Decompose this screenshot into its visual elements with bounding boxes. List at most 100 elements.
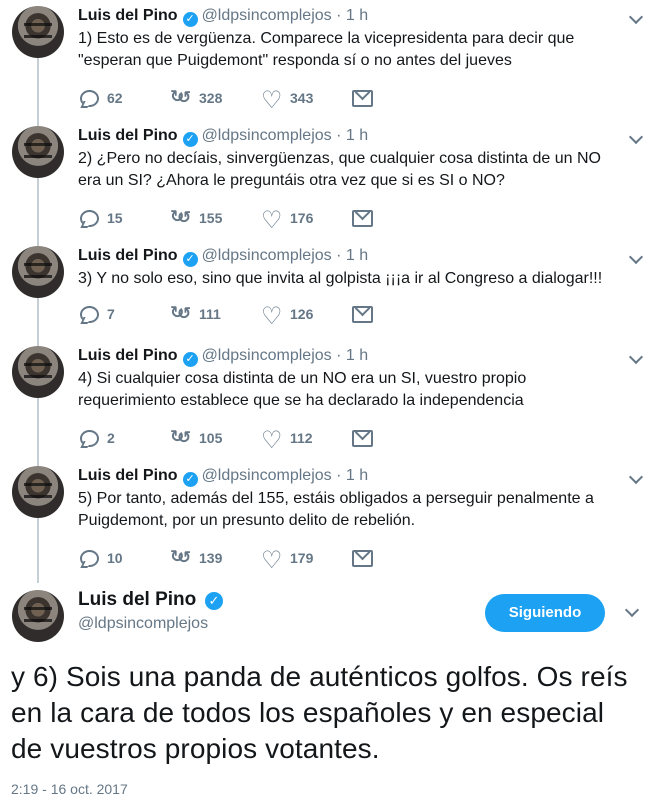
tweet-text: 2) ¿Pero no decíais, sinvergüenzas, que …	[78, 150, 601, 189]
author-name[interactable]: Luis del Pino	[78, 127, 178, 144]
thread-tweet-5[interactable]: Luis del Pino ✓ @ldpsincomplejos · 1 h 5) …	[0, 464, 653, 584]
thread-tweet-2[interactable]: Luis del Pino ✓ @ldpsincomplejos · 1 h 2) …	[0, 124, 653, 244]
like-count: 112	[290, 430, 313, 446]
author-handle[interactable]: @ldpsincomplejos	[202, 7, 332, 24]
author-name[interactable]: Luis del Pino	[78, 7, 178, 24]
reply-button[interactable]: 15	[78, 208, 123, 228]
avatar[interactable]	[12, 126, 64, 178]
separator-dot: ·	[336, 127, 342, 144]
reply-icon	[78, 208, 100, 228]
like-count: 176	[290, 210, 314, 226]
tweet-header: Luis del Pino ✓ @ldpsincomplejos · 1 h	[78, 346, 368, 367]
verified-badge-icon: ✓	[182, 352, 198, 367]
tweet-time[interactable]: 1 h	[346, 347, 368, 364]
main-author-handle[interactable]: @ldpsincomplejos	[78, 615, 208, 633]
verified-badge-icon: ✓	[205, 592, 223, 610]
following-button[interactable]: Siguiendo	[485, 594, 605, 632]
avatar[interactable]	[12, 466, 64, 518]
heart-icon	[261, 426, 283, 455]
reply-icon	[78, 304, 100, 324]
chevron-down-icon[interactable]	[628, 129, 644, 145]
tweet-time[interactable]: 1 h	[346, 127, 368, 144]
main-author-avatar[interactable]	[12, 590, 64, 642]
chevron-down-icon[interactable]	[628, 249, 644, 265]
reply-button[interactable]: 2	[78, 428, 115, 448]
thread-tweet-4[interactable]: Luis del Pino ✓ @ldpsincomplejos · 1 h 4) …	[0, 344, 653, 464]
direct-message-icon	[352, 210, 373, 227]
chevron-down-icon[interactable]	[624, 602, 640, 618]
reply-icon	[78, 428, 100, 448]
retweet-count: 328	[199, 90, 223, 106]
author-name[interactable]: Luis del Pino	[78, 247, 178, 264]
tweet-time[interactable]: 1 h	[346, 247, 368, 264]
author-handle[interactable]: @ldpsincomplejos	[202, 467, 332, 484]
tweet-header: Luis del Pino ✓ @ldpsincomplejos · 1 h	[78, 466, 368, 487]
reply-count: 2	[107, 430, 115, 446]
tweet-header: Luis del Pino ✓ @ldpsincomplejos · 1 h	[78, 246, 368, 267]
direct-message-icon	[352, 430, 373, 447]
reply-button[interactable]: 62	[78, 88, 123, 108]
retweet-button[interactable]: 105	[170, 428, 222, 448]
retweet-count: 105	[199, 430, 223, 446]
thread-tweet-1[interactable]: Luis del Pino ✓ @ldpsincomplejos · 1 h 1) …	[0, 4, 653, 124]
tweet-header: Luis del Pino ✓ @ldpsincomplejos · 1 h	[78, 6, 368, 27]
reply-count: 62	[107, 90, 123, 106]
direct-message-button[interactable]	[352, 304, 373, 323]
main-tweet-text: y 6) Sois una panda de auténticos golfos…	[11, 661, 628, 764]
reply-count: 15	[107, 210, 123, 226]
avatar[interactable]	[12, 346, 64, 398]
direct-message-icon	[352, 306, 373, 323]
author-name[interactable]: Luis del Pino	[78, 467, 178, 484]
tweet-header: Luis del Pino ✓ @ldpsincomplejos · 1 h	[78, 126, 368, 147]
verified-badge-icon: ✓	[182, 252, 198, 267]
like-count: 343	[290, 90, 314, 106]
chevron-down-icon[interactable]	[628, 469, 644, 485]
retweet-icon	[170, 428, 192, 448]
heart-icon	[261, 302, 283, 331]
main-tweet-timestamp[interactable]: 2:19 - 16 oct. 2017	[11, 781, 128, 797]
direct-message-icon	[352, 90, 373, 107]
avatar[interactable]	[12, 6, 64, 58]
chevron-down-icon[interactable]	[628, 349, 644, 365]
retweet-button[interactable]: 139	[170, 548, 222, 568]
heart-icon	[261, 546, 283, 575]
avatar[interactable]	[12, 246, 64, 298]
like-button[interactable]: 126	[261, 302, 313, 331]
retweet-count: 111	[199, 306, 221, 322]
retweet-button[interactable]: 155	[170, 208, 222, 228]
separator-dot: ·	[336, 347, 342, 364]
reply-icon	[78, 88, 100, 108]
direct-message-button[interactable]	[352, 88, 373, 107]
author-handle[interactable]: @ldpsincomplejos	[202, 347, 332, 364]
like-button[interactable]: 179	[261, 546, 313, 575]
tweet-time[interactable]: 1 h	[346, 7, 368, 24]
separator-dot: ·	[336, 7, 342, 24]
reply-button[interactable]: 7	[78, 304, 115, 324]
like-button[interactable]: 343	[261, 86, 314, 115]
reply-count: 10	[107, 550, 123, 566]
reply-icon	[78, 548, 100, 568]
like-button[interactable]: 176	[261, 206, 314, 235]
verified-badge-icon: ✓	[182, 132, 198, 147]
author-handle[interactable]: @ldpsincomplejos	[202, 247, 332, 264]
direct-message-button[interactable]	[352, 208, 373, 227]
like-button[interactable]: 112	[261, 426, 313, 455]
reply-button[interactable]: 10	[78, 548, 123, 568]
retweet-icon	[170, 548, 192, 568]
chevron-down-icon[interactable]	[628, 9, 644, 25]
direct-message-button[interactable]	[352, 428, 373, 447]
retweet-icon	[170, 208, 192, 228]
author-handle[interactable]: @ldpsincomplejos	[202, 127, 332, 144]
direct-message-icon	[352, 550, 373, 567]
tweet-time[interactable]: 1 h	[346, 467, 368, 484]
direct-message-button[interactable]	[352, 548, 373, 567]
verified-badge-icon: ✓	[182, 472, 198, 487]
retweet-button[interactable]: 328	[170, 88, 222, 108]
heart-icon	[261, 86, 283, 115]
main-author-name[interactable]: Luis del Pino	[78, 588, 196, 612]
separator-dot: ·	[336, 247, 342, 264]
tweet-text: 5) Por tanto, además del 155, estáis obl…	[78, 490, 594, 529]
retweet-button[interactable]: 111	[170, 304, 221, 324]
author-name[interactable]: Luis del Pino	[78, 347, 178, 364]
separator-dot: ·	[336, 467, 342, 484]
